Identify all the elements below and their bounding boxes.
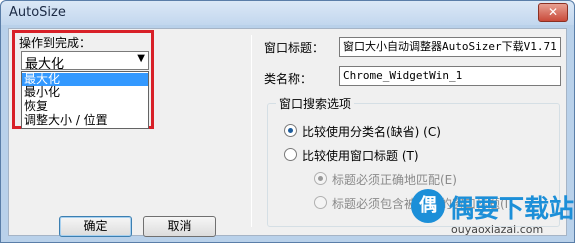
radio-compare-title-label: 比较使用窗口标题 (T) xyxy=(302,149,419,163)
action-label: 操作到完成： xyxy=(19,36,92,50)
combo-value: 最大化 xyxy=(25,57,65,72)
window-title-field[interactable]: 窗口大小自动调整器AutoSizer下载V1.71 xyxy=(339,37,561,57)
ok-button[interactable]: 确定 xyxy=(59,216,132,237)
window-title: AutoSize xyxy=(9,5,66,20)
title-bar[interactable]: AutoSize ✕ xyxy=(1,1,574,25)
action-dropdown-list: 最大化 最小化 恢复 调整大小 / 位置 xyxy=(21,71,149,129)
radio-title-exact[interactable] xyxy=(314,172,327,185)
radio-compare-class[interactable] xyxy=(284,124,297,137)
watermark-brand: 偶要下载站 xyxy=(449,194,575,223)
watermark: 偶 偶要下载站 ouyaoxiazai.com xyxy=(409,185,575,243)
radio-title-partial[interactable] xyxy=(314,196,327,209)
radio-compare-class-label: 比较使用分类名(缺省) (C) xyxy=(302,125,441,139)
close-icon: ✕ xyxy=(547,5,559,19)
option-restore[interactable]: 恢复 xyxy=(22,100,148,113)
chevron-down-icon[interactable]: ▼ xyxy=(137,53,145,64)
class-name-label: 类名称： xyxy=(264,72,313,86)
watermark-logo-icon: 偶 xyxy=(411,189,445,223)
autosize-dialog: AutoSize ✕ 操作到完成： 最大化 ▼ 最大化 最小化 恢复 调整大小 … xyxy=(0,0,575,243)
group-title: 窗口搜索选项 xyxy=(276,95,355,112)
watermark-url: ouyaoxiazai.com xyxy=(451,223,544,236)
option-minimize[interactable]: 最小化 xyxy=(22,86,148,99)
window-title-label: 窗口标题： xyxy=(264,41,325,55)
close-button[interactable]: ✕ xyxy=(538,3,568,22)
option-resize-position[interactable]: 调整大小 / 位置 xyxy=(22,114,148,127)
class-name-field[interactable]: Chrome_WidgetWin_1 xyxy=(339,66,561,86)
vertical-divider xyxy=(251,35,252,227)
cancel-button[interactable]: 取消 xyxy=(143,216,216,237)
highlight-frame: 操作到完成： 最大化 ▼ 最大化 最小化 恢复 调整大小 / 位置 xyxy=(12,30,154,129)
radio-compare-title[interactable] xyxy=(284,148,297,161)
action-combo[interactable]: 最大化 ▼ xyxy=(21,51,149,72)
